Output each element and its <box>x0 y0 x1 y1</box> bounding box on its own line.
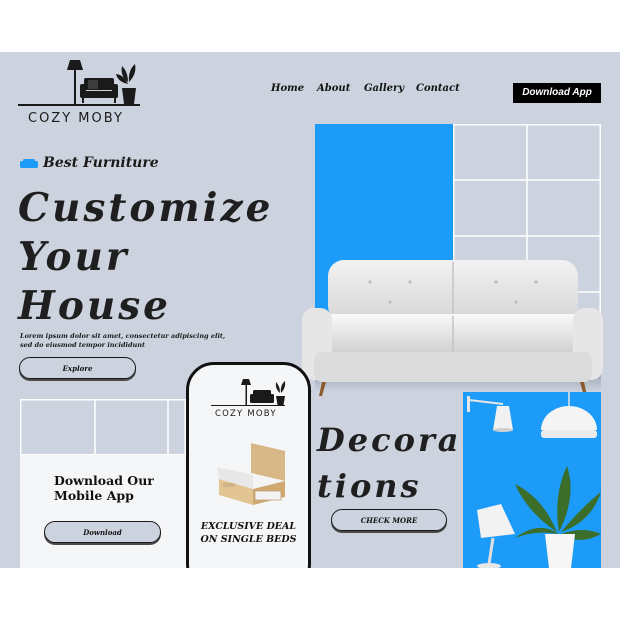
brand-logo[interactable]: COZY MOBY <box>18 58 142 128</box>
download-app-card: Download Our Mobile App Download <box>20 455 186 568</box>
lamp-icon <box>241 379 251 405</box>
deal-line: ON SINGLE BEDS <box>200 534 297 545</box>
table-lamp-icon <box>477 504 515 568</box>
deal-line: EXCLUSIVE DEAL <box>200 521 297 532</box>
pendant-lamp-icon <box>541 392 597 438</box>
plant-icon <box>515 466 601 568</box>
hero-title-line: Your <box>18 234 130 280</box>
hero-description: Lorem ipsum dolor sit amet, consectetur … <box>20 332 240 350</box>
sofa-badge-icon <box>20 158 38 168</box>
card-title-line: Mobile App <box>54 488 134 503</box>
hero-title-line: Customize <box>18 185 274 231</box>
plant-icon <box>275 381 286 405</box>
phone-logo-underline <box>211 405 285 406</box>
check-more-button[interactable]: CHECK MORE <box>331 509 447 531</box>
sofa-icon <box>80 78 118 103</box>
decorations-title-line: tions <box>317 467 422 505</box>
decor-items-image <box>467 392 601 568</box>
tagline-text: Best Furniture <box>43 155 159 171</box>
deal-text: EXCLUSIVE DEAL ON SINGLE BEDS <box>189 520 308 546</box>
decorations-title: Decora- tions <box>317 417 478 509</box>
nav-gallery[interactable]: Gallery <box>364 83 404 94</box>
plant-icon <box>116 64 136 104</box>
decor-blue-panel <box>463 392 601 568</box>
sofa-image <box>302 260 603 396</box>
sofa-icon <box>250 390 274 403</box>
card-title-line: Download Our <box>54 473 154 488</box>
nav-about[interactable]: About <box>317 83 350 94</box>
phone-brand-name: COZY MOBY <box>215 409 277 419</box>
nav-contact[interactable]: Contact <box>416 83 460 94</box>
single-bed-image <box>217 443 285 505</box>
download-app-card-title: Download Our Mobile App <box>54 473 154 503</box>
logo-underline <box>18 104 140 106</box>
hero-title-line: House <box>18 283 171 329</box>
brand-name: COZY MOBY <box>28 111 124 126</box>
download-app-button[interactable]: Download App <box>513 83 601 103</box>
nav-home[interactable]: Home <box>271 83 304 94</box>
hero-description-line: Lorem ipsum dolor sit amet, consectetur … <box>20 332 226 340</box>
card-grid-pattern <box>20 399 186 455</box>
hero-title: Customize Your House <box>18 184 273 331</box>
landing-page: COZY MOBY Home About Gallery Contact Dow… <box>0 52 620 568</box>
wall-lamp-icon <box>467 396 513 432</box>
phone-brand-logo: COZY MOBY <box>209 377 289 427</box>
hero-description-line: sed do eiusmod tempor incididunt <box>20 341 145 349</box>
phone-mockup: COZY MOBY EXCLUSIVE DEAL ON SINGLE BEDS <box>186 362 311 568</box>
explore-button[interactable]: Explore <box>19 357 136 379</box>
tagline: Best Furniture <box>20 155 159 171</box>
download-button[interactable]: Download <box>44 521 161 543</box>
decorations-title-line: Decora- <box>317 421 478 459</box>
